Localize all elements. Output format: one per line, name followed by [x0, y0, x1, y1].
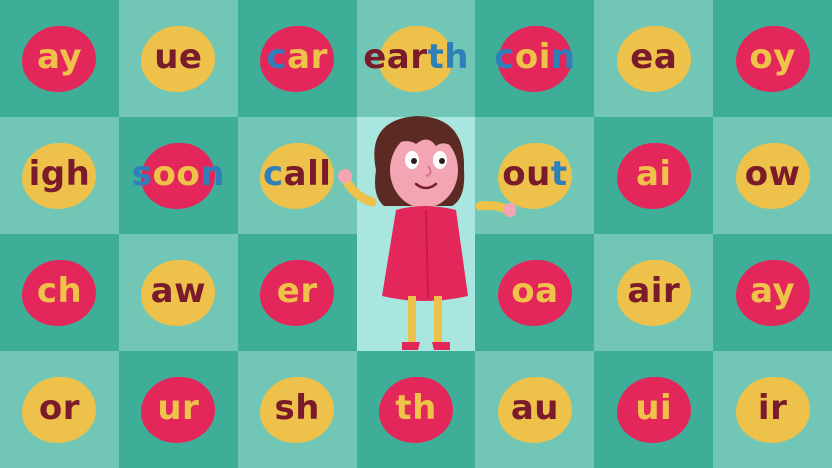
phonics-label: or	[0, 388, 119, 428]
phonics-part: er	[276, 270, 318, 311]
phonics-part: ar	[287, 36, 328, 77]
phonics-label: ch	[0, 271, 119, 311]
phonics-label: igh	[0, 154, 119, 194]
phonics-part: ue	[154, 36, 203, 77]
phonics-label: ay	[713, 271, 832, 311]
phonics-label: ea	[594, 37, 713, 77]
phonics-label: ur	[119, 388, 238, 428]
phonics-label: sh	[238, 388, 357, 428]
phonics-label: ui	[594, 388, 713, 428]
phonics-label: th	[357, 388, 476, 428]
tile-cell: au	[475, 351, 595, 468]
phonics-part: ch	[36, 270, 83, 311]
phonics-part: th	[427, 36, 469, 77]
tile-cell: air	[594, 234, 714, 351]
tile-cell: aw	[118, 234, 238, 351]
phonics-part: ir	[757, 387, 788, 428]
phonics-part: ui	[635, 387, 673, 428]
phonics-part: ea	[630, 36, 678, 77]
phonics-part: aw	[150, 270, 207, 311]
phonics-part: n	[200, 153, 225, 194]
phonics-label: earth	[357, 37, 476, 77]
phonics-part: au	[510, 387, 559, 428]
phonics-part: ur	[157, 387, 200, 428]
phonics-part: t	[550, 153, 568, 194]
phonics-label: ue	[119, 37, 238, 77]
phonics-part: s	[131, 153, 153, 194]
phonics-part: c	[266, 36, 288, 77]
tile-cell: or	[0, 351, 119, 468]
tile-cell: igh	[0, 117, 119, 234]
phonics-label: ay	[0, 37, 119, 77]
phonics-part: sh	[274, 387, 320, 428]
phonics-part: igh	[28, 153, 91, 194]
phonics-label: ir	[713, 388, 832, 428]
tile-cell: car	[237, 0, 357, 117]
phonics-part: oa	[511, 270, 559, 311]
phonics-label: ai	[594, 154, 713, 194]
tile-cell: coin	[475, 0, 595, 117]
tile-cell: ay	[0, 0, 119, 117]
phonics-part: n	[550, 36, 576, 77]
phonics-label: coin	[475, 37, 594, 77]
tile-cell: soon	[118, 117, 238, 234]
phonics-label: car	[238, 37, 357, 77]
phonics-label: ow	[713, 154, 832, 194]
phonics-part: or	[38, 387, 81, 428]
tile-cell: ir	[713, 351, 832, 468]
phonics-part: c	[494, 36, 515, 77]
phonics-part: air	[627, 270, 681, 311]
tile-cell: ue	[118, 0, 238, 117]
tile-cell: ui	[594, 351, 714, 468]
phonics-part: ay	[750, 270, 796, 311]
tile-cell: ch	[0, 234, 119, 351]
tile-cell: earth	[356, 0, 476, 117]
phonics-label: oy	[713, 37, 832, 77]
phonics-part: th	[395, 387, 437, 428]
phonics-part: ear	[363, 36, 428, 77]
phonics-part: all	[283, 153, 332, 194]
tile-cell: ur	[118, 351, 238, 468]
phonics-part: ow	[744, 153, 801, 194]
tile-cell: th	[356, 351, 476, 468]
cartoon-girl-icon	[338, 116, 516, 350]
tile-cell: ow	[713, 117, 832, 234]
phonics-part: ay	[36, 36, 83, 77]
phonics-part: oy	[749, 36, 796, 77]
tile-cell: ea	[594, 0, 714, 117]
tile-cell: ay	[713, 234, 832, 351]
tile-cell: sh	[237, 351, 357, 468]
tile-cell: oy	[713, 0, 832, 117]
phonics-part: oo	[152, 153, 201, 194]
phonics-label: soon	[119, 154, 238, 194]
phonics-label: aw	[119, 271, 238, 311]
phonics-part: oi	[514, 36, 551, 77]
phonics-part: c	[262, 153, 284, 194]
phonics-label: air	[594, 271, 713, 311]
phonics-part: ai	[635, 153, 672, 194]
phonics-label: au	[475, 388, 594, 428]
tile-cell: ai	[594, 117, 714, 234]
